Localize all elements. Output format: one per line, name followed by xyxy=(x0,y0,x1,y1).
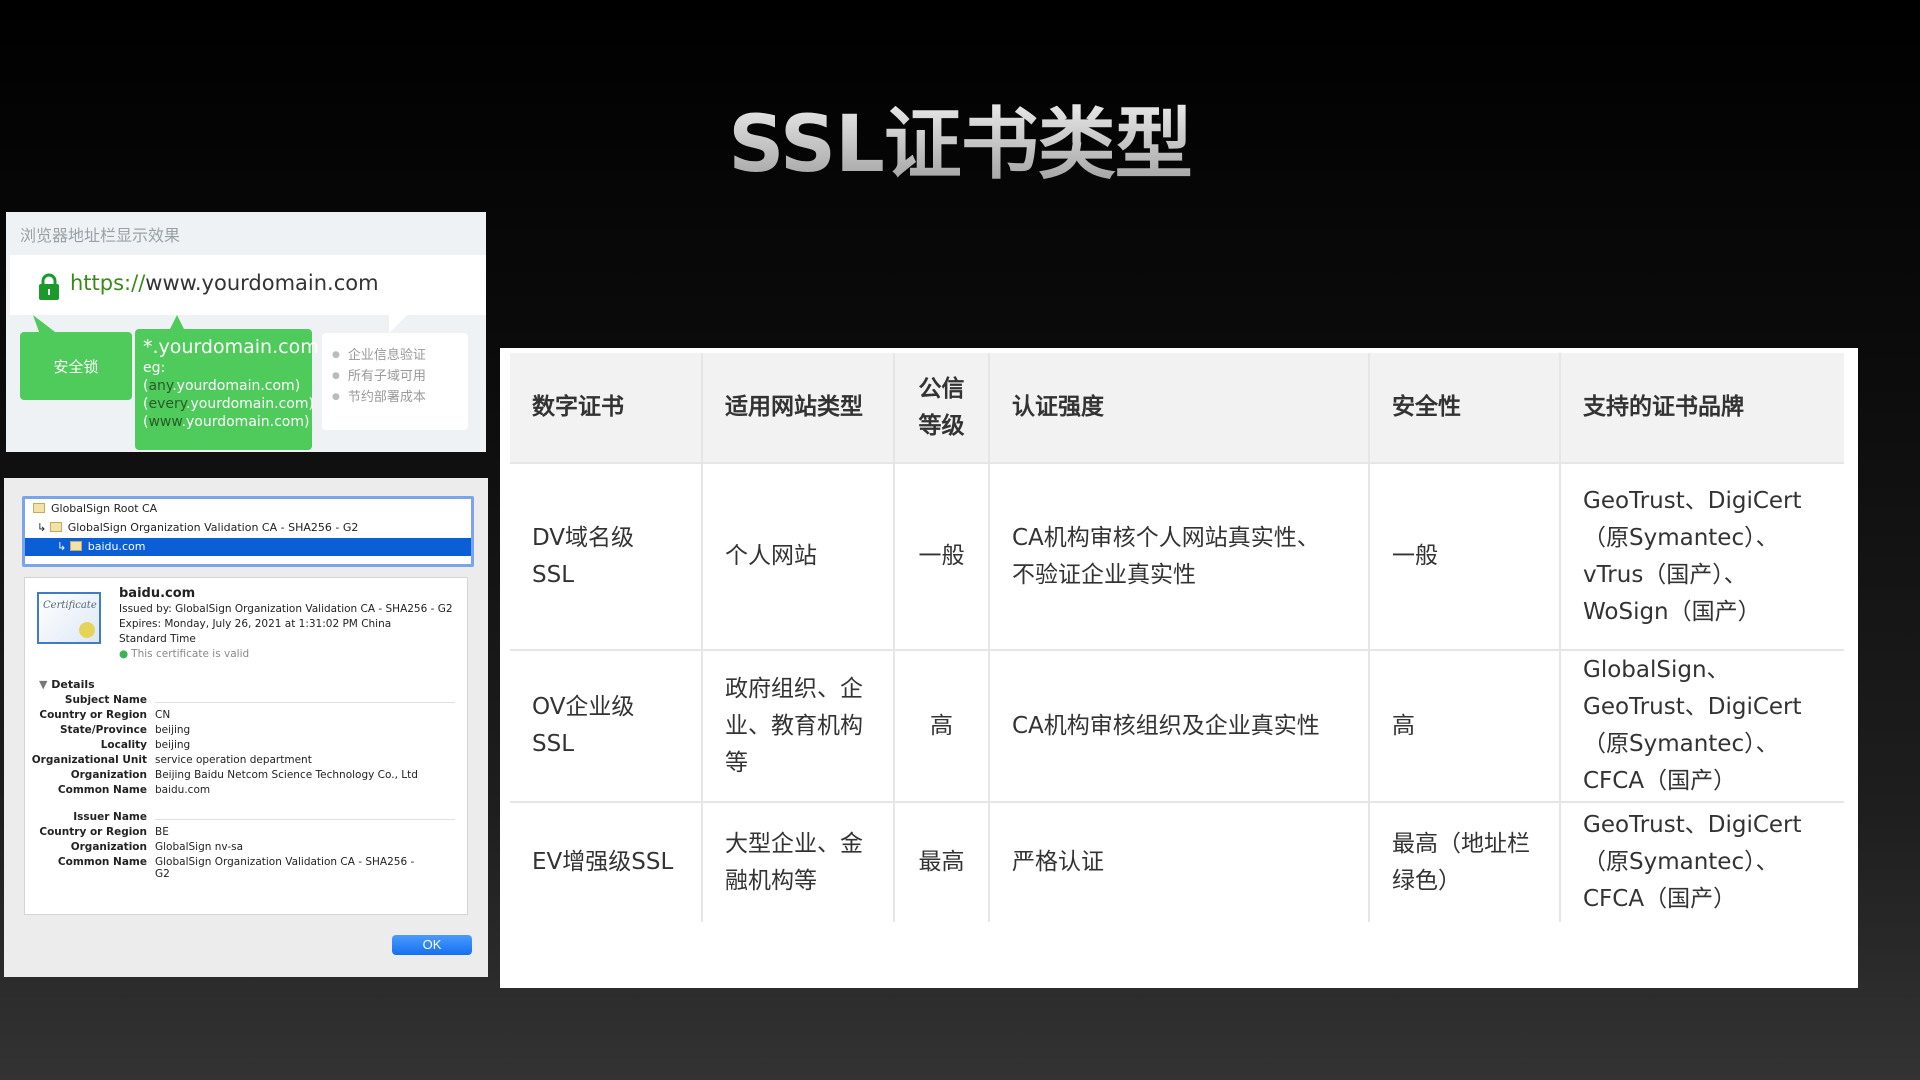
section-header: Subject Name xyxy=(64,694,147,706)
table-cell: 政府组织、企 业、教育机构 等 xyxy=(701,649,895,803)
table-row: OV企业级 SSL 政府组织、企 业、教育机构 等高 CA机构审核组织及企业真实性高… xyxy=(510,649,1844,803)
certificate-name: baidu.com xyxy=(119,586,196,601)
field-value: CN xyxy=(155,709,171,721)
expires: Expires: Monday, July 26, 2021 at 1:31:0… xyxy=(119,618,392,630)
lock-icon xyxy=(39,273,59,300)
table-cell: 最高 xyxy=(893,801,990,922)
column-header: 支持的证书品牌 xyxy=(1559,353,1844,464)
valid-status: This certificate is valid xyxy=(119,647,453,662)
field-label: Organizational Unit xyxy=(31,754,147,766)
column-header: 公信 等级 xyxy=(893,353,990,464)
table-cell: GlobalSign、 GeoTrust、DigiCert （原Symantec… xyxy=(1559,649,1844,803)
certificate-icon xyxy=(33,503,45,513)
certificate-summary: baidu.com Issued by: GlobalSign Organiza… xyxy=(119,586,453,662)
field-value: GlobalSign Organization Validation CA - … xyxy=(155,856,415,868)
child-arrow-icon: ↳ xyxy=(57,540,70,553)
issued-by: Issued by: GlobalSign Organization Valid… xyxy=(119,603,453,615)
field-label: Common Name xyxy=(57,784,147,796)
table-cell: CA机构审核组织及企业真实性 xyxy=(988,649,1370,803)
table-cell: GeoTrust、DigiCert （原Symantec）、 CFCA（国产） xyxy=(1559,801,1844,922)
field-value: service operation department xyxy=(155,754,312,766)
field-label: Common Name xyxy=(57,856,147,868)
eg-label: eg: xyxy=(143,360,166,376)
feature-item: 所有子域可用 xyxy=(332,366,458,387)
table-cell: 个人网站 xyxy=(701,462,895,651)
field-label: Organization xyxy=(70,841,147,853)
field-label: State/Province xyxy=(60,724,147,736)
chain-item-selected[interactable]: ↳ baidu.com xyxy=(25,538,471,556)
field-value: beijing xyxy=(155,724,191,736)
triangle-down-icon: ▼ xyxy=(39,678,52,691)
field-label: Locality xyxy=(100,739,147,751)
url-text: https://www.yourdomain.com xyxy=(70,271,379,295)
lock-label-bubble: 安全锁 xyxy=(20,332,132,400)
table-cell: GeoTrust、DigiCert （原Symantec）、 vTrus（国产）… xyxy=(1559,462,1844,651)
table-cell: EV增强级SSL xyxy=(510,801,703,922)
table-cell: 严格认证 xyxy=(988,801,1370,922)
bubble-tail xyxy=(389,315,407,333)
child-arrow-icon: ↳ xyxy=(37,521,50,534)
detail-row-wrap: G2 xyxy=(25,868,465,886)
field-value: Beijing Baidu Netcom Science Technology … xyxy=(155,769,418,781)
column-header: 认证强度 xyxy=(988,353,1370,464)
url-host: www.yourdomain.com xyxy=(145,271,379,295)
expires-cont: Standard Time xyxy=(119,633,196,645)
example-domain: (any.yourdomain.com) xyxy=(143,378,301,394)
feature-item: 企业信息验证 xyxy=(332,345,458,366)
slide-title: SSL证书类型 xyxy=(0,82,1920,194)
column-header: 安全性 xyxy=(1368,353,1561,464)
certificate-dialog: GlobalSign Root CA ↳ GlobalSign Organiza… xyxy=(4,478,488,977)
ssl-comparison-table-panel: 数字证书 适用网站类型 公信 等级 认证强度 安全性 支持的证书品牌 DV域名级 SSL 个… xyxy=(500,348,1858,988)
certificate-icon xyxy=(69,541,82,551)
table-cell: 一般 xyxy=(893,462,990,651)
table-row: DV域名级 SSL 个人网站 一般 CA机构审核个人网站真实性、 不验证企业真实性 一般… xyxy=(510,462,1844,651)
feature-item: 节约部署成本 xyxy=(332,387,458,408)
browser-address-bar-panel: 浏览器地址栏显示效果 https://www.yourdomain.com 安全… xyxy=(6,212,486,452)
field-value: baidu.com xyxy=(155,784,211,796)
example-domain: (www.yourdomain.com) xyxy=(143,414,310,430)
chain-item-intermediate[interactable]: ↳ GlobalSign Organization Validation CA … xyxy=(25,519,471,537)
bubble-tail xyxy=(32,315,56,332)
certificate-image-icon: Certificate xyxy=(37,592,101,644)
detail-row: Common Name baidu.com xyxy=(25,784,465,802)
table-cell: 高 xyxy=(893,649,990,803)
table-cell: CA机构审核个人网站真实性、 不验证企业真实性 xyxy=(988,462,1370,651)
certificate-chain-list[interactable]: GlobalSign Root CA ↳ GlobalSign Organiza… xyxy=(22,496,474,567)
chain-item-root[interactable]: GlobalSign Root CA xyxy=(25,500,471,518)
field-label: Organization xyxy=(70,769,147,781)
wildcard-domain: *.yourdomain.com xyxy=(143,336,319,358)
ssl-comparison-table: 数字证书 适用网站类型 公信 等级 认证强度 安全性 支持的证书品牌 DV域名级 SSL 个… xyxy=(510,353,1844,922)
details-toggle[interactable]: ▼ Details xyxy=(39,678,95,691)
example-domain: (every.yourdomain.com) xyxy=(143,396,314,412)
features-bubble: 企业信息验证 所有子域可用 节约部署成本 xyxy=(322,333,468,430)
field-value: G2 xyxy=(155,868,170,880)
certificate-details[interactable]: Certificate baidu.com Issued by: GlobalS… xyxy=(24,577,472,955)
certificate-icon xyxy=(49,522,62,532)
table-cell: 一般 xyxy=(1368,462,1561,651)
section-header: Issuer Name xyxy=(73,811,147,823)
table-cell: DV域名级 SSL xyxy=(510,462,703,651)
address-bar: https://www.yourdomain.com xyxy=(10,255,486,315)
field-label: Country or Region xyxy=(39,826,147,838)
table-cell: OV企业级 SSL xyxy=(510,649,703,803)
bubble-tail xyxy=(170,315,184,329)
column-header: 适用网站类型 xyxy=(701,353,895,464)
field-value: GlobalSign nv-sa xyxy=(155,841,244,853)
url-scheme: https:// xyxy=(70,271,146,295)
field-value: beijing xyxy=(155,739,191,751)
field-value: BE xyxy=(155,826,169,838)
table-cell: 高 xyxy=(1368,649,1561,803)
table-row: EV增强级SSL 大型企业、金 融机构等 最高 严格认证 最高（地址栏 绿色） GeoTr… xyxy=(510,801,1844,922)
column-header: 数字证书 xyxy=(510,353,703,464)
table-cell: 最高（地址栏 绿色） xyxy=(1368,801,1561,922)
table-cell: 大型企业、金 融机构等 xyxy=(701,801,895,922)
field-label: Country or Region xyxy=(39,709,147,721)
panel-heading: 浏览器地址栏显示效果 xyxy=(20,226,181,245)
wildcard-bubble: *.yourdomain.com eg: (any.yourdomain.com… xyxy=(135,329,319,450)
